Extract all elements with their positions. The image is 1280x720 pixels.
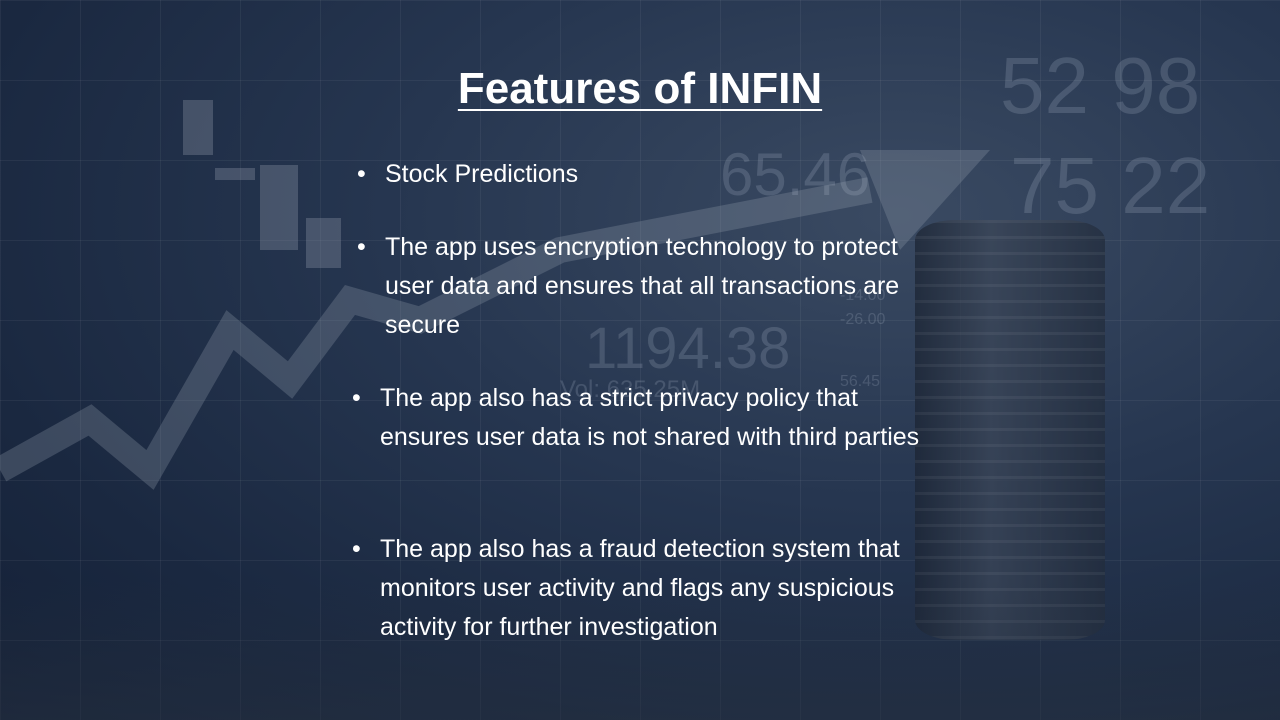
bullet-text: Stock Predictions [385, 160, 579, 188]
bullet-icon: • [357, 160, 366, 188]
bg-number: 75 22 [1010, 141, 1211, 230]
bullet-icon: • [352, 535, 361, 563]
bullet-item: • Stock Predictions [357, 155, 905, 194]
bullet-text: The app also has a fraud detection syste… [380, 535, 900, 641]
bullet-item: • The app uses encryption technology to … [357, 228, 905, 345]
bullet-text: The app also has a strict privacy policy… [380, 384, 920, 451]
bullet-icon: • [357, 233, 366, 261]
bullet-icon: • [352, 384, 361, 412]
bullet-item: • The app also has a fraud detection sys… [352, 530, 945, 647]
slide-title: Features of INFIN [0, 64, 1280, 114]
bullet-item: • The app also has a strict privacy poli… [352, 379, 945, 457]
slide-title-text: Features of INFIN [457, 64, 823, 113]
bullet-text: The app uses encryption technology to pr… [385, 233, 900, 339]
